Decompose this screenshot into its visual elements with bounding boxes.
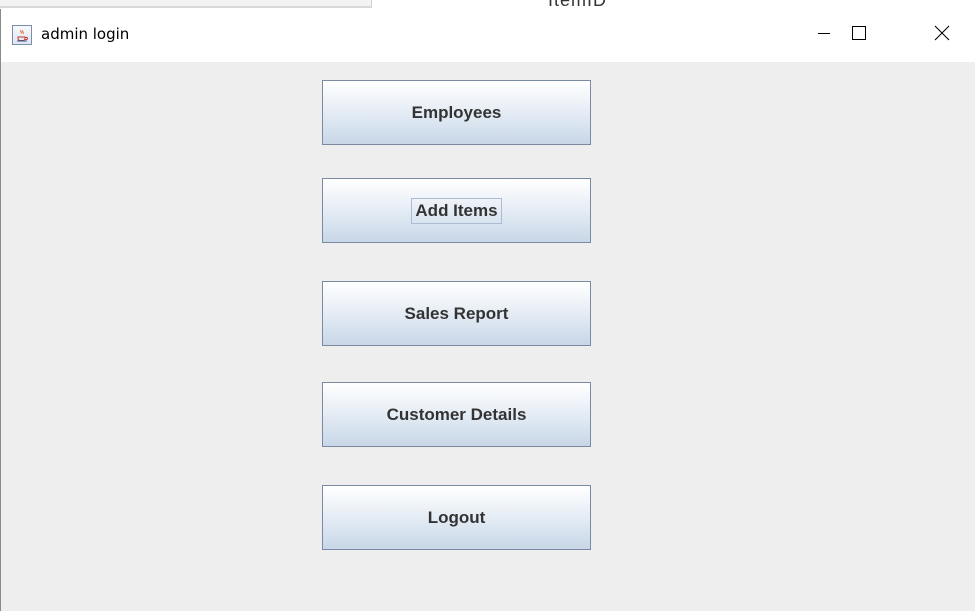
content-panel: Employees Add Items Sales Report Custome… <box>1 62 975 611</box>
maximize-button[interactable] <box>835 9 883 62</box>
logout-button-label: Logout <box>427 507 486 527</box>
logout-button[interactable]: Logout <box>322 485 591 550</box>
maximize-icon <box>851 25 867 46</box>
sales-report-button[interactable]: Sales Report <box>322 281 591 346</box>
add-items-button[interactable]: Add Items <box>322 178 591 243</box>
customer-details-button[interactable]: Customer Details <box>322 382 591 447</box>
customer-details-button-label: Customer Details <box>386 404 527 424</box>
minimize-icon <box>816 25 832 46</box>
title-bar[interactable]: admin login <box>1 9 975 62</box>
java-cup-icon <box>12 25 32 45</box>
admin-login-window: admin login Employees Add Items Sales Re… <box>0 9 975 611</box>
close-button[interactable] <box>919 9 965 62</box>
employees-button-label: Employees <box>411 102 502 122</box>
background-window-edge <box>0 0 372 8</box>
close-icon <box>933 24 951 47</box>
add-items-button-label: Add Items <box>411 197 502 224</box>
window-title: admin login <box>41 25 130 43</box>
sales-report-button-label: Sales Report <box>404 303 509 323</box>
employees-button[interactable]: Employees <box>322 80 591 145</box>
